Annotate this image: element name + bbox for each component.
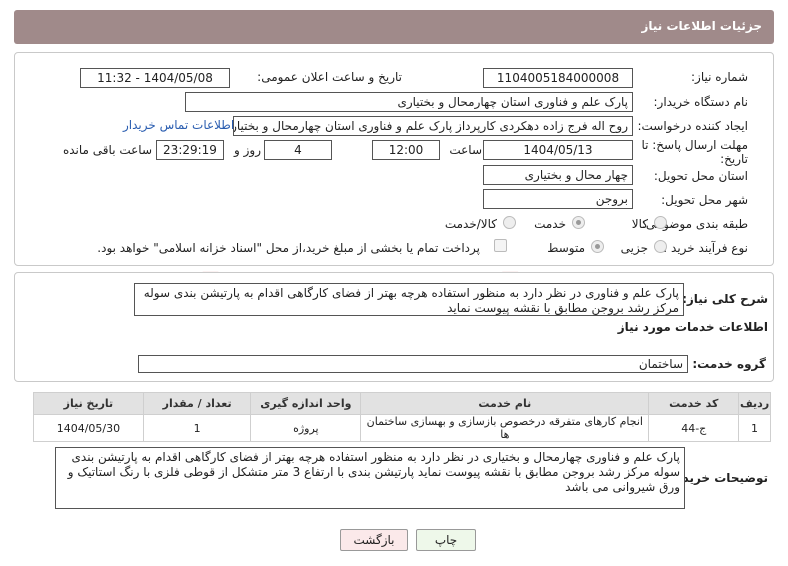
deadline-label-line1: مهلت ارسال پاسخ: تا xyxy=(641,138,748,152)
deadline-date-field[interactable]: 1404/05/13 xyxy=(483,140,633,160)
cell-service-name: انجام کارهای متفرقه درخصوص بازسازی و بهس… xyxy=(360,414,650,442)
treasury-checkbox[interactable] xyxy=(494,239,507,252)
treasury-note: پرداخت تمام یا بخشی از مبلغ خرید،از محل … xyxy=(97,241,480,255)
back-button[interactable]: بازگشت xyxy=(340,529,408,551)
remaining-time-field[interactable]: 23:29:19 xyxy=(156,140,224,160)
process-radio-minor[interactable] xyxy=(654,240,667,253)
table-row[interactable]: 1 ج-44 انجام کارهای متفرقه درخصوص بازساز… xyxy=(33,414,771,442)
page-header: جزئیات اطلاعات نیاز xyxy=(14,10,774,44)
page-title: جزئیات اطلاعات نیاز xyxy=(641,19,762,33)
services-table: ردیف کد خدمت نام خدمت واحد اندازه گیری ت… xyxy=(33,392,771,442)
province-label: استان محل تحویل: xyxy=(653,169,748,183)
buyer-org-field[interactable]: پارک علم و فناوری استان چهارمحال و بختیا… xyxy=(185,92,633,112)
need-number-label: شماره نیاز: xyxy=(691,70,748,84)
deadline-label-line2: تاریخ: xyxy=(720,152,748,166)
description-label: شرح کلی نیاز: xyxy=(682,292,768,306)
process-label: نوع فرآیند خرید : xyxy=(663,241,748,255)
buyer-contact-link[interactable]: اطلاعات تماس خریدار xyxy=(123,118,234,132)
city-label: شهر محل تحویل: xyxy=(661,193,748,207)
remaining-days-field[interactable]: 4 xyxy=(264,140,332,160)
col-service-code: کد خدمت xyxy=(648,392,740,415)
city-field[interactable]: بروجن xyxy=(483,189,633,209)
col-service-name: نام خدمت xyxy=(360,392,650,415)
requester-label: ایجاد کننده درخواست: xyxy=(637,119,748,133)
category-option-goods-service: کالا/خدمت xyxy=(444,217,497,231)
buyer-notes-textarea[interactable]: پارک علم و فناوری چهارمحال و بختیاری در … xyxy=(55,447,685,509)
col-unit: واحد اندازه گیری xyxy=(250,392,362,415)
service-group-label: گروه خدمت: xyxy=(692,357,766,371)
category-radio-goods[interactable] xyxy=(654,216,667,229)
category-option-goods: کالا xyxy=(631,217,648,231)
col-row-number: ردیف xyxy=(738,392,771,415)
service-group-field[interactable]: ساختمان xyxy=(138,355,688,373)
process-option-medium: متوسط xyxy=(547,241,585,255)
col-need-date: تاریخ نیاز xyxy=(33,392,144,415)
category-radio-goods-service[interactable] xyxy=(503,216,516,229)
remaining-days-label: روز و xyxy=(234,143,261,157)
province-field[interactable]: چهار محال و بختیاری xyxy=(483,165,633,185)
buyer-org-label: نام دستگاه خریدار: xyxy=(653,95,749,109)
deadline-time-field[interactable]: 12:00 xyxy=(372,140,440,160)
print-button[interactable]: چاپ xyxy=(416,529,476,551)
table-header-row: ردیف کد خدمت نام خدمت واحد اندازه گیری ت… xyxy=(33,392,771,415)
cell-unit: پروژه xyxy=(250,414,362,442)
need-number-field[interactable]: 1104005184000008 xyxy=(483,68,633,88)
cell-service-code: ج-44 xyxy=(648,414,740,442)
process-radio-medium[interactable] xyxy=(591,240,604,253)
deadline-time-label: ساعت xyxy=(449,143,482,157)
announce-datetime-label: تاریخ و ساعت اعلان عمومی: xyxy=(257,70,402,84)
services-section-title: اطلاعات خدمات مورد نیاز xyxy=(617,320,768,334)
process-option-minor: جزیی xyxy=(620,241,648,255)
category-option-service: خدمت xyxy=(534,217,566,231)
cell-quantity: 1 xyxy=(142,414,252,442)
col-quantity: تعداد / مقدار xyxy=(142,392,252,415)
description-textarea[interactable]: پارک علم و فناوری در نظر دارد به منظور ا… xyxy=(134,283,684,316)
announce-datetime-field[interactable]: 1404/05/08 - 11:32 xyxy=(80,68,230,88)
cell-row-number: 1 xyxy=(738,414,771,442)
requester-field[interactable]: روح اله فرج زاده دهکردی کارپرداز پارک عل… xyxy=(233,116,633,136)
category-radio-service[interactable] xyxy=(572,216,585,229)
cell-need-date: 1404/05/30 xyxy=(33,414,144,442)
remaining-time-label: ساعت باقی مانده xyxy=(62,143,152,157)
